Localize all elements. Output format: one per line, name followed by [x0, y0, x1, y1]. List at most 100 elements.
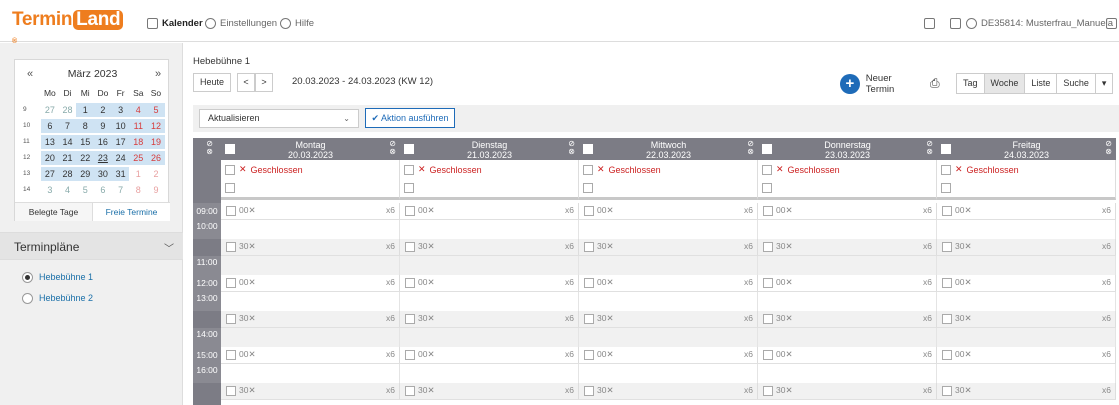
empty-time-row[interactable]: [579, 328, 758, 347]
slot-checkbox[interactable]: [942, 242, 952, 252]
empty-time-row[interactable]: [400, 220, 579, 239]
calendar-day[interactable]: 25: [129, 150, 148, 165]
calendar-day[interactable]: 19: [147, 134, 165, 149]
empty-time-row[interactable]: [579, 292, 758, 311]
calendar-day[interactable]: 31: [111, 166, 130, 181]
view-liste[interactable]: Liste: [1025, 74, 1058, 93]
slot-checkbox[interactable]: [226, 386, 236, 396]
day-settings-icon[interactable]: ⊘ ⊗: [568, 140, 575, 156]
slot-checkbox[interactable]: [405, 314, 415, 324]
user-menu[interactable]: DE35814: Musterfrau_Manuela: [966, 16, 1113, 30]
empty-time-row[interactable]: [758, 364, 937, 383]
calendar-day[interactable]: 6: [94, 183, 112, 197]
view-tag[interactable]: Tag: [957, 74, 985, 93]
slot-checkbox[interactable]: [584, 386, 594, 396]
view-more-dropdown[interactable]: ▾: [1096, 74, 1113, 93]
calendar-day[interactable]: 2: [94, 102, 112, 117]
calendar-small-icon[interactable]: [924, 16, 935, 30]
slot-checkbox[interactable]: [763, 386, 773, 396]
empty-time-row[interactable]: [758, 292, 937, 311]
closed-checkbox[interactable]: [762, 164, 772, 175]
slot-checkbox[interactable]: [763, 278, 773, 288]
time-slot[interactable]: 00✕ x6: [400, 347, 579, 364]
calendar-day[interactable]: 21: [58, 150, 77, 165]
slot-checkbox[interactable]: [584, 242, 594, 252]
calendar-day[interactable]: 28: [59, 103, 77, 117]
empty-time-row[interactable]: [937, 256, 1116, 275]
slot-checkbox[interactable]: [584, 350, 594, 360]
calendar-day[interactable]: 9: [147, 183, 165, 197]
empty-time-row[interactable]: [758, 328, 937, 347]
slot-checkbox[interactable]: [763, 314, 773, 324]
print-icon[interactable]: ⎙: [930, 76, 940, 91]
calendar-day[interactable]: 29: [76, 166, 95, 181]
calendar-day[interactable]: 1: [129, 167, 147, 181]
tab-belegte-tage[interactable]: Belegte Tage: [15, 203, 93, 221]
closed-checkbox[interactable]: [583, 164, 593, 175]
day-checkbox[interactable]: [941, 182, 951, 193]
time-slot[interactable]: 30✕ x6: [221, 383, 400, 400]
time-slot[interactable]: 30✕ x6: [400, 383, 579, 400]
today-button[interactable]: Heute: [193, 73, 231, 92]
calendar-day[interactable]: 24: [111, 150, 130, 165]
slot-checkbox[interactable]: [942, 314, 952, 324]
empty-time-row[interactable]: [400, 364, 579, 383]
empty-time-row[interactable]: [937, 220, 1116, 239]
calendar-day[interactable]: 17: [111, 134, 130, 149]
prev-week-button[interactable]: <: [237, 73, 255, 92]
slot-checkbox[interactable]: [405, 206, 415, 216]
calendar-day[interactable]: 28: [58, 166, 77, 181]
calendar-day[interactable]: 2: [147, 167, 165, 181]
slot-checkbox[interactable]: [942, 206, 952, 216]
time-slot[interactable]: 00✕ x6: [937, 203, 1116, 220]
calendar-day[interactable]: 13: [41, 134, 59, 149]
slot-checkbox[interactable]: [763, 242, 773, 252]
time-slot[interactable]: 30✕ x6: [400, 239, 579, 256]
time-slot[interactable]: 00✕ x6: [758, 275, 937, 292]
time-slot[interactable]: 30✕ x6: [221, 311, 400, 328]
empty-time-row[interactable]: [758, 256, 937, 275]
empty-time-row[interactable]: [937, 292, 1116, 311]
slot-checkbox[interactable]: [763, 350, 773, 360]
next-month-button[interactable]: »: [155, 68, 161, 80]
day-checkbox[interactable]: [404, 182, 414, 193]
empty-time-row[interactable]: [758, 220, 937, 239]
slot-checkbox[interactable]: [584, 278, 594, 288]
empty-time-row[interactable]: [221, 256, 400, 275]
mail-icon[interactable]: [950, 16, 961, 30]
slot-checkbox[interactable]: [226, 278, 236, 288]
tab-freie-termine[interactable]: Freie Termine: [93, 203, 170, 221]
slot-checkbox[interactable]: [763, 206, 773, 216]
empty-time-row[interactable]: [221, 364, 400, 383]
time-slot[interactable]: 30✕ x6: [758, 383, 937, 400]
empty-time-row[interactable]: [400, 256, 579, 275]
empty-time-row[interactable]: [221, 328, 400, 347]
slot-checkbox[interactable]: [942, 350, 952, 360]
empty-time-row[interactable]: [579, 256, 758, 275]
calendar-day[interactable]: 30: [94, 166, 112, 181]
calendar-day[interactable]: 3: [111, 102, 130, 117]
time-slot[interactable]: 00✕ x6: [758, 347, 937, 364]
calendar-day[interactable]: 8: [76, 118, 95, 133]
time-slot[interactable]: 00✕ x6: [221, 275, 400, 292]
plan-radio-hebebuehne-1[interactable]: Hebebühne 1: [22, 270, 93, 284]
calendar-day[interactable]: 26: [147, 150, 165, 165]
action-select[interactable]: Aktualisieren ⌄: [199, 109, 359, 128]
view-woche[interactable]: Woche: [984, 74, 1026, 93]
empty-time-row[interactable]: [400, 292, 579, 311]
time-slot[interactable]: 30✕ x6: [400, 311, 579, 328]
calendar-day[interactable]: 6: [41, 118, 59, 133]
terminland-logo[interactable]: Termin Land®: [12, 9, 124, 45]
time-slot[interactable]: 30✕ x6: [937, 311, 1116, 328]
time-slot[interactable]: 30✕ x6: [758, 311, 937, 328]
new-appointment-button[interactable]: + Neuer Termin: [840, 73, 922, 95]
day-settings-icon[interactable]: ⊘ ⊗: [389, 140, 396, 156]
calendar-day[interactable]: 20: [41, 150, 59, 165]
time-slot[interactable]: 00✕ x6: [579, 347, 758, 364]
calendar-day[interactable]: 15: [76, 134, 95, 149]
next-week-button[interactable]: >: [255, 73, 273, 92]
terminplaene-header[interactable]: Terminpläne ﹀: [0, 232, 183, 260]
time-slot[interactable]: 00✕ x6: [937, 347, 1116, 364]
slot-checkbox[interactable]: [942, 386, 952, 396]
time-slot[interactable]: 00✕ x6: [937, 275, 1116, 292]
